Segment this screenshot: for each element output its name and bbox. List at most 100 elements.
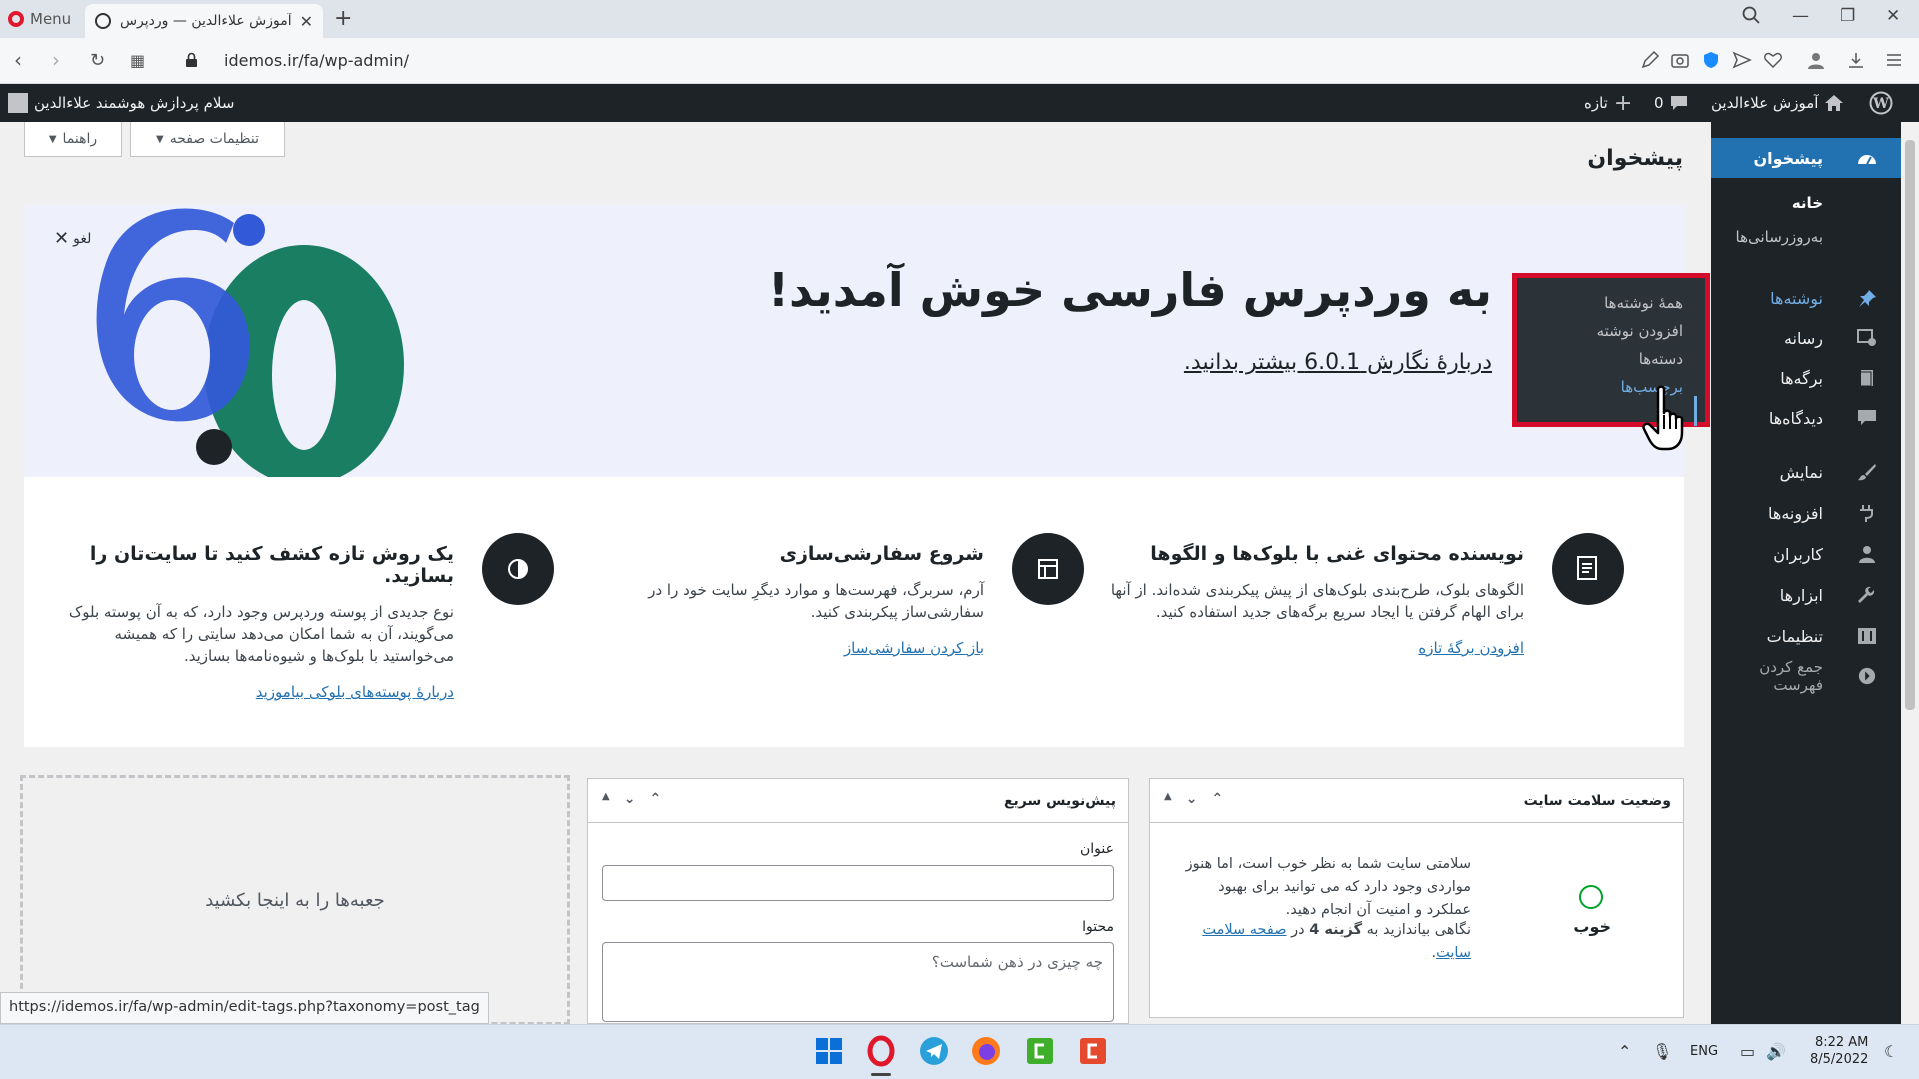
health-note-mid: در	[1291, 922, 1305, 938]
widget-controls: ⌃ ⌄ ▲	[1164, 791, 1223, 807]
camera-icon[interactable]	[1670, 50, 1690, 70]
scrollbar-thumb[interactable]	[1905, 140, 1915, 710]
menu-pages[interactable]: برگه‌ها	[1711, 358, 1901, 398]
flyout-all-posts[interactable]: همهٔ نوشته‌ها	[1604, 294, 1683, 312]
move-up-icon[interactable]: ⌃	[1211, 791, 1223, 807]
heart-icon[interactable]	[1763, 50, 1783, 70]
submenu-home-label: خانه	[1791, 194, 1823, 212]
dismiss-welcome-button[interactable]: لغو ✕	[54, 228, 91, 249]
active-app-indicator	[871, 1073, 891, 1076]
draft-title-input[interactable]	[602, 865, 1114, 901]
back-button[interactable]: ‹	[14, 48, 22, 72]
opera-taskbar-icon[interactable]	[865, 1035, 897, 1067]
add-new-page-link[interactable]: افزودن برگهٔ تازه	[1418, 639, 1524, 657]
menu-tools[interactable]: ابزارها	[1711, 575, 1901, 615]
greeting-text: سلام پردازش هوشمند علاءالدین	[34, 94, 235, 112]
menu-media[interactable]: رسانه	[1711, 318, 1901, 358]
widget-title: پیش‌نویس سریع	[1003, 792, 1116, 809]
browser-tab[interactable]: آموزش علاءالدین — وردپرس ✕	[85, 4, 323, 38]
camtasia-red-icon[interactable]	[1077, 1035, 1109, 1067]
help-button[interactable]: راهنما ▼	[24, 122, 122, 157]
flyout-add-post[interactable]: افزودن نوشته	[1597, 322, 1683, 340]
hand-pointer-cursor-icon	[1642, 385, 1684, 451]
camtasia-green-icon[interactable]	[1024, 1035, 1056, 1067]
new-tab-button[interactable]: +	[334, 6, 352, 31]
firefox-icon[interactable]	[970, 1035, 1002, 1067]
toggle-panel-icon[interactable]: ▲	[602, 791, 610, 807]
open-customizer-link[interactable]: باز کردن سفارشی‌ساز	[844, 639, 984, 657]
plugin-icon	[1860, 505, 1873, 522]
menu-pages-label: برگه‌ها	[1780, 368, 1823, 388]
move-down-icon[interactable]: ⌄	[1186, 791, 1198, 807]
move-down-icon[interactable]: ⌄	[624, 791, 636, 807]
input-language[interactable]: ENG	[1690, 1044, 1718, 1059]
screen-options-button[interactable]: تنظیمات صفحه ▼	[130, 122, 285, 157]
volume-icon[interactable]: 🔊	[1766, 1042, 1786, 1061]
speed-dial-icon[interactable]: ▦	[130, 51, 145, 70]
wp-logo-icon[interactable]: W	[1869, 84, 1893, 122]
profile-avatar-icon[interactable]	[1806, 50, 1826, 70]
menu-appearance[interactable]: نمایش	[1711, 452, 1901, 492]
wordpress-favicon-icon	[95, 13, 111, 29]
menu-comments[interactable]: دیدگاه‌ها	[1711, 398, 1901, 438]
draft-content-textarea[interactable]: چه چیزی در ذهن شماست؟	[602, 942, 1114, 1022]
notifications-moon-icon[interactable]: ☾	[1884, 1042, 1898, 1061]
widget-controls: ⌃ ⌄ ▲	[602, 791, 661, 807]
paintbrush-icon	[1858, 464, 1876, 481]
submenu-home[interactable]: خانه	[1711, 186, 1901, 220]
title-field-label: عنوان	[1080, 841, 1114, 857]
menu-dashboard[interactable]: پیشخوان	[1703, 138, 1901, 178]
forward-button[interactable]: ›	[52, 48, 60, 72]
learn-more-link[interactable]: دربارهٔ نگارش 6.0.1 بیشتر بدانید.	[1184, 350, 1492, 375]
send-icon[interactable]	[1732, 50, 1752, 70]
block-themes-link[interactable]: دربارهٔ پوسته‌های بلوکی بیاموزید	[256, 683, 454, 701]
windows-start-icon[interactable]	[813, 1035, 845, 1067]
network-icon[interactable]: ▭	[1740, 1042, 1755, 1061]
search-tabs-icon[interactable]	[1742, 6, 1760, 24]
empty-widget-dropzone[interactable]: جعبه‌ها را به اینجا بکشید	[20, 775, 570, 1025]
clock-date: 8/5/2022	[1810, 1052, 1869, 1067]
comments-link[interactable]: 0	[1654, 84, 1688, 122]
tray-overflow-chevron-icon[interactable]: ⌃	[1618, 1042, 1631, 1061]
column-title: یک روش تازه کشف کنید تا سایت‌تان را بساز…	[89, 543, 454, 587]
site-name-link[interactable]: آموزش علاءالدین	[1711, 84, 1844, 122]
content-field-label: محتوا	[1082, 919, 1114, 935]
menu-users-label: کاربران	[1773, 544, 1823, 564]
media-icon	[1857, 329, 1876, 346]
opera-logo-icon	[8, 11, 24, 27]
submenu-updates[interactable]: به‌روزرسانی‌ها	[1711, 220, 1901, 254]
close-window-button[interactable]: ✕	[1886, 6, 1900, 26]
my-account-link[interactable]: سلام پردازش هوشمند علاءالدین	[8, 84, 234, 122]
help-label: راهنما	[62, 131, 98, 147]
health-note-count: گزینه 4	[1309, 922, 1363, 938]
microphone-icon[interactable]: 🎙	[1652, 1042, 1672, 1061]
flyout-categories[interactable]: دسته‌ها	[1639, 350, 1683, 368]
telegram-icon[interactable]	[918, 1035, 950, 1067]
download-icon[interactable]	[1846, 50, 1866, 70]
menu-posts[interactable]: نوشته‌ها	[1711, 278, 1901, 318]
easy-setup-icon[interactable]	[1884, 50, 1904, 70]
health-items-note: نگاهی بیاندازید به گزینه 4 در صفحه سلامت…	[1171, 919, 1471, 965]
new-label: تازه	[1584, 94, 1608, 112]
opera-menu-button[interactable]: Menu	[8, 6, 71, 32]
clock[interactable]: 8:22 AM 8/5/2022	[1810, 1034, 1868, 1068]
move-up-icon[interactable]: ⌃	[649, 791, 661, 807]
edit-icon[interactable]	[1640, 50, 1660, 70]
restore-button[interactable]: ❐	[1840, 6, 1855, 26]
menu-posts-label: نوشته‌ها	[1770, 288, 1823, 308]
comments-count: 0	[1654, 94, 1664, 112]
shield-icon[interactable]	[1701, 50, 1721, 70]
health-description: سلامتی سایت شما به نظر خوب است، اما هنوز…	[1185, 856, 1471, 918]
menu-users[interactable]: کاربران	[1711, 534, 1901, 574]
collapse-menu-button[interactable]: جمع کردن فهرست	[1711, 656, 1901, 696]
menu-settings[interactable]: تنظیمات	[1711, 616, 1901, 656]
reload-icon[interactable]: ↻	[90, 50, 105, 71]
new-content-link[interactable]: + تازه	[1584, 84, 1632, 122]
url-field[interactable]: idemos.ir/fa/wp-admin/	[224, 51, 409, 70]
toggle-panel-icon[interactable]: ▲	[1164, 791, 1172, 807]
minimize-button[interactable]: —	[1792, 6, 1809, 26]
menu-plugins[interactable]: افزونه‌ها	[1711, 493, 1901, 533]
menu-settings-label: تنظیمات	[1766, 626, 1823, 646]
health-status-circle-icon	[1579, 885, 1603, 909]
close-tab-icon[interactable]: ✕	[300, 12, 313, 31]
